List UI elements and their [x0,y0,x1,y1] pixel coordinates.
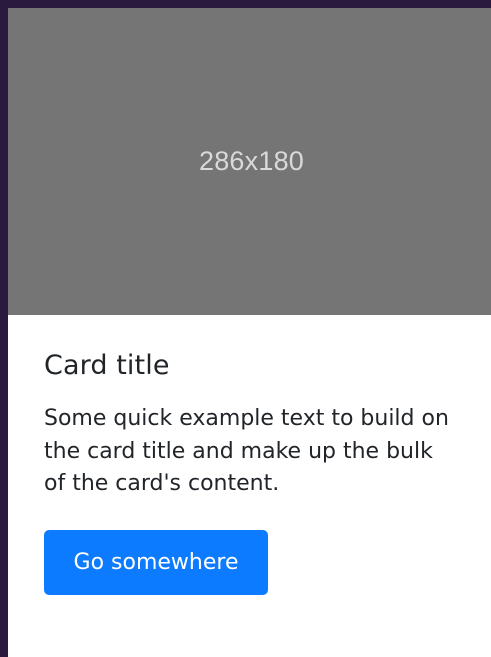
card-title: Card title [44,350,170,381]
image-placeholder-label: 286x180 [199,146,304,176]
card-image-placeholder: 286x180 [8,8,491,315]
page-background: 286x180 Card title Some quick example te… [0,0,491,657]
card-text: Some quick example text to build on the … [44,406,449,497]
go-somewhere-button[interactable]: Go somewhere [44,529,268,595]
card: 286x180 Card title Some quick example te… [8,8,491,657]
card-body: Card title Some quick example text to bu… [8,315,491,595]
